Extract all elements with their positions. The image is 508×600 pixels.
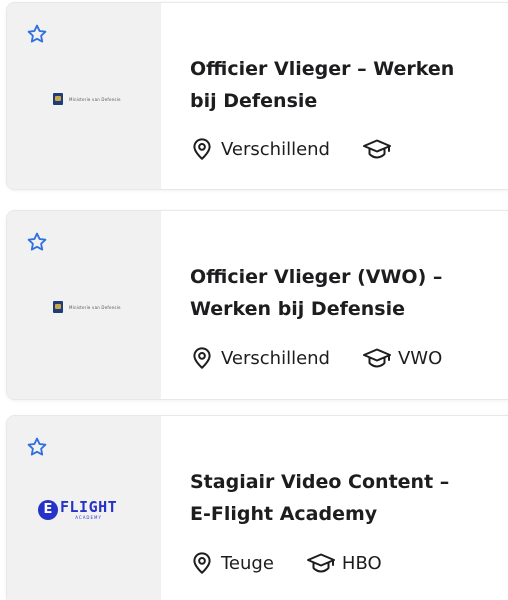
logo-word: FLIGHT [60,498,118,516]
star-outline-icon[interactable] [26,23,48,45]
company-logo-panel: Ministerie van Defensie [7,211,161,399]
company-logo-panel: Ministerie van Defensie [7,3,161,189]
vacancy-title[interactable]: Stagiair Video Content – E-Flight Academ… [190,466,490,530]
vacancy-title-line: Officier Vlieger (VWO) – [190,266,443,288]
vacancy-content: Officier Vlieger (VWO) – Werken bij Defe… [161,211,508,399]
vacancy-meta: Verschillend VWO [191,345,442,371]
star-outline-icon[interactable] [26,231,48,253]
logo-text: Ministerie van Defensie [69,96,121,102]
logo-wordmark: FLIGHT ACADEMY [60,499,117,520]
map-pin-icon [193,138,211,160]
vacancy-title[interactable]: Officier Vlieger (VWO) – Werken bij Defe… [190,261,490,325]
vacancy-location: Verschillend [221,138,330,160]
logo-text: Ministerie van Defensie [69,304,121,310]
map-pin-icon [193,552,211,574]
vacancy-education: VWO [397,347,443,369]
vacancy-list: Ministerie van Defensie Officier Vlieger… [0,0,508,600]
vacancy-content: Officier Vlieger – Werken bij Defensie V… [161,3,508,189]
vacancy-meta: Verschillend [191,136,398,162]
vacancy-card[interactable]: Ministerie van Defensie Officier Vlieger… [6,210,508,400]
graduation-cap-icon [362,348,391,368]
vacancy-title-line: E-Flight Academy [190,503,378,525]
vacancy-title[interactable]: Officier Vlieger – Werken bij Defensie [190,53,490,117]
defensie-logo: Ministerie van Defensie [53,301,121,313]
vacancy-card[interactable]: E FLIGHT ACADEMY Stagiair Video Content … [6,415,508,600]
vacancy-card[interactable]: Ministerie van Defensie Officier Vlieger… [6,2,508,190]
logo-letter: E [38,499,58,520]
vacancy-location: Teuge [221,552,274,574]
logo-subword: ACADEMY [75,515,102,520]
graduation-cap-icon [306,553,335,573]
defensie-emblem-icon [53,301,63,313]
map-pin-icon [193,347,211,369]
e-flight-academy-logo: E FLIGHT ACADEMY [38,499,117,520]
star-outline-icon[interactable] [26,436,48,458]
company-logo-panel: E FLIGHT ACADEMY [7,416,161,600]
graduation-cap-icon [362,139,391,159]
vacancy-meta: Teuge HBO [191,550,382,576]
defensie-emblem-icon [53,93,63,105]
vacancy-title-line: bij Defensie [190,90,318,112]
vacancy-title-line: Werken bij Defensie [190,298,405,320]
vacancy-title-line: Officier Vlieger – Werken [190,58,455,80]
vacancy-location: Verschillend [221,347,330,369]
defensie-logo: Ministerie van Defensie [53,93,121,105]
vacancy-title-line: Stagiair Video Content – [190,471,450,493]
vacancy-content: Stagiair Video Content – E-Flight Academ… [161,416,508,600]
vacancy-education: HBO [341,552,382,574]
